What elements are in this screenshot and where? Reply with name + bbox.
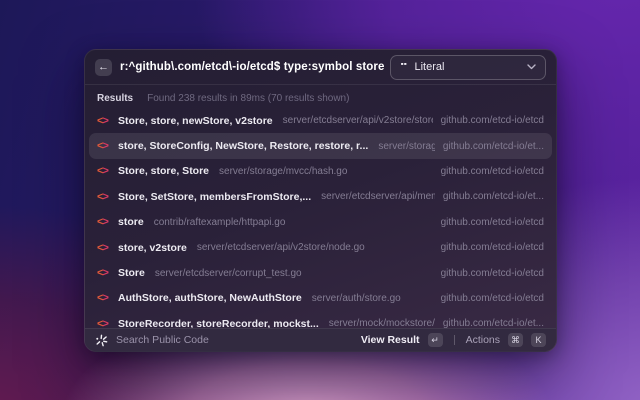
search-query-text: r:^github\.com/etcd\-io/etcd$ type:symbo… [120,61,385,73]
cmd-key-hint: ⌘ [508,333,523,347]
search-input[interactable]: r:^github\.com/etcd\-io/etcd$ type:symbo… [120,61,385,74]
result-repo: github.com/etcd-io/et... [442,191,544,203]
code-symbol-icon: <> [97,165,109,178]
result-repo: github.com/etcd-io/etcd [440,267,544,279]
result-repo: github.com/etcd-io/etcd [440,115,544,127]
code-symbol-icon: <> [97,216,109,229]
result-path: server/etcdserver/api/v2store/node.go [196,242,365,254]
result-path: contrib/raftexample/httpapi.go [153,216,286,228]
result-path: server/auth/store.go [311,292,401,304]
sourcegraph-spark-icon [95,334,108,347]
search-bar: ← r:^github\.com/etcd\-io/etcd$ type:sym… [85,50,556,85]
results-list: <> Store, store, newStore, v2store serve… [85,108,556,351]
result-row-selected[interactable]: <> store, StoreConfig, NewStore, Restore… [89,133,552,159]
result-title: Store, store, Store [118,165,210,178]
result-title: Store [118,267,145,280]
back-arrow-icon: ← [98,60,109,73]
result-row[interactable]: <> store contrib/raftexample/httpapi.go … [89,210,552,235]
result-path: server/storage/mvcc/kvstore.go [378,140,435,152]
code-symbol-icon: <> [97,114,109,127]
result-title: store, v2store [118,241,187,254]
result-path: server/etcdserver/api/v2store/store.go [282,115,433,127]
result-path: server/storage/mvcc/hash.go [219,165,348,177]
view-result-button[interactable]: View Result [361,334,420,346]
pattern-type-label: Literal [414,61,445,73]
actions-button[interactable]: Actions [466,334,500,346]
code-symbol-icon: <> [97,140,109,153]
result-title: Store, store, newStore, v2store [118,114,273,127]
chevron-down-icon [527,64,536,70]
footer-divider [453,335,455,345]
results-header: Results Found 238 results in 89ms (70 re… [85,85,556,107]
result-row[interactable]: <> Store, store, newStore, v2store serve… [89,108,552,133]
results-summary: Found 238 results in 89ms (70 results sh… [147,93,350,104]
return-key-hint: ↵ [427,333,443,347]
result-path: server/etcdserver/api/membership/cluste.… [321,191,435,203]
result-row[interactable]: <> AuthStore, authStore, NewAuthStore se… [89,286,552,311]
code-symbol-icon: <> [97,292,109,305]
result-row[interactable]: <> store, v2store server/etcdserver/api/… [89,235,552,260]
result-repo: github.com/etcd-io/etcd [440,242,544,254]
result-title: store, StoreConfig, NewStore, Restore, r… [118,140,369,153]
result-row[interactable]: <> Store server/etcdserver/corrupt_test.… [89,260,552,285]
result-row[interactable]: <> Store, SetStore, membersFromStore,...… [89,184,552,209]
result-title: Store, SetStore, membersFromStore,... [118,190,312,203]
result-repo: github.com/etcd-io/et... [442,140,544,152]
footer-bar: Search Public Code View Result ↵ Actions… [85,328,556,351]
quotes-icon: “ [400,63,408,73]
code-symbol-icon: <> [97,267,109,280]
back-button[interactable]: ← [95,58,112,76]
search-modal: ← r:^github\.com/etcd\-io/etcd$ type:sym… [84,49,557,352]
result-repo: github.com/etcd-io/etcd [440,216,544,228]
code-symbol-icon: <> [97,190,109,203]
result-repo: github.com/etcd-io/etcd [440,292,544,304]
result-row[interactable]: <> Store, store, Store server/storage/mv… [89,159,552,184]
pattern-type-dropdown[interactable]: “ Literal [390,54,546,80]
app-name-label: Search Public Code [116,334,209,346]
code-symbol-icon: <> [97,241,109,254]
result-repo: github.com/etcd-io/etcd [440,165,544,177]
result-title: store [118,216,144,229]
k-key-hint: K [531,333,546,347]
result-path: server/etcdserver/corrupt_test.go [154,267,302,279]
result-title: AuthStore, authStore, NewAuthStore [118,292,302,305]
results-section-label: Results [97,93,134,104]
